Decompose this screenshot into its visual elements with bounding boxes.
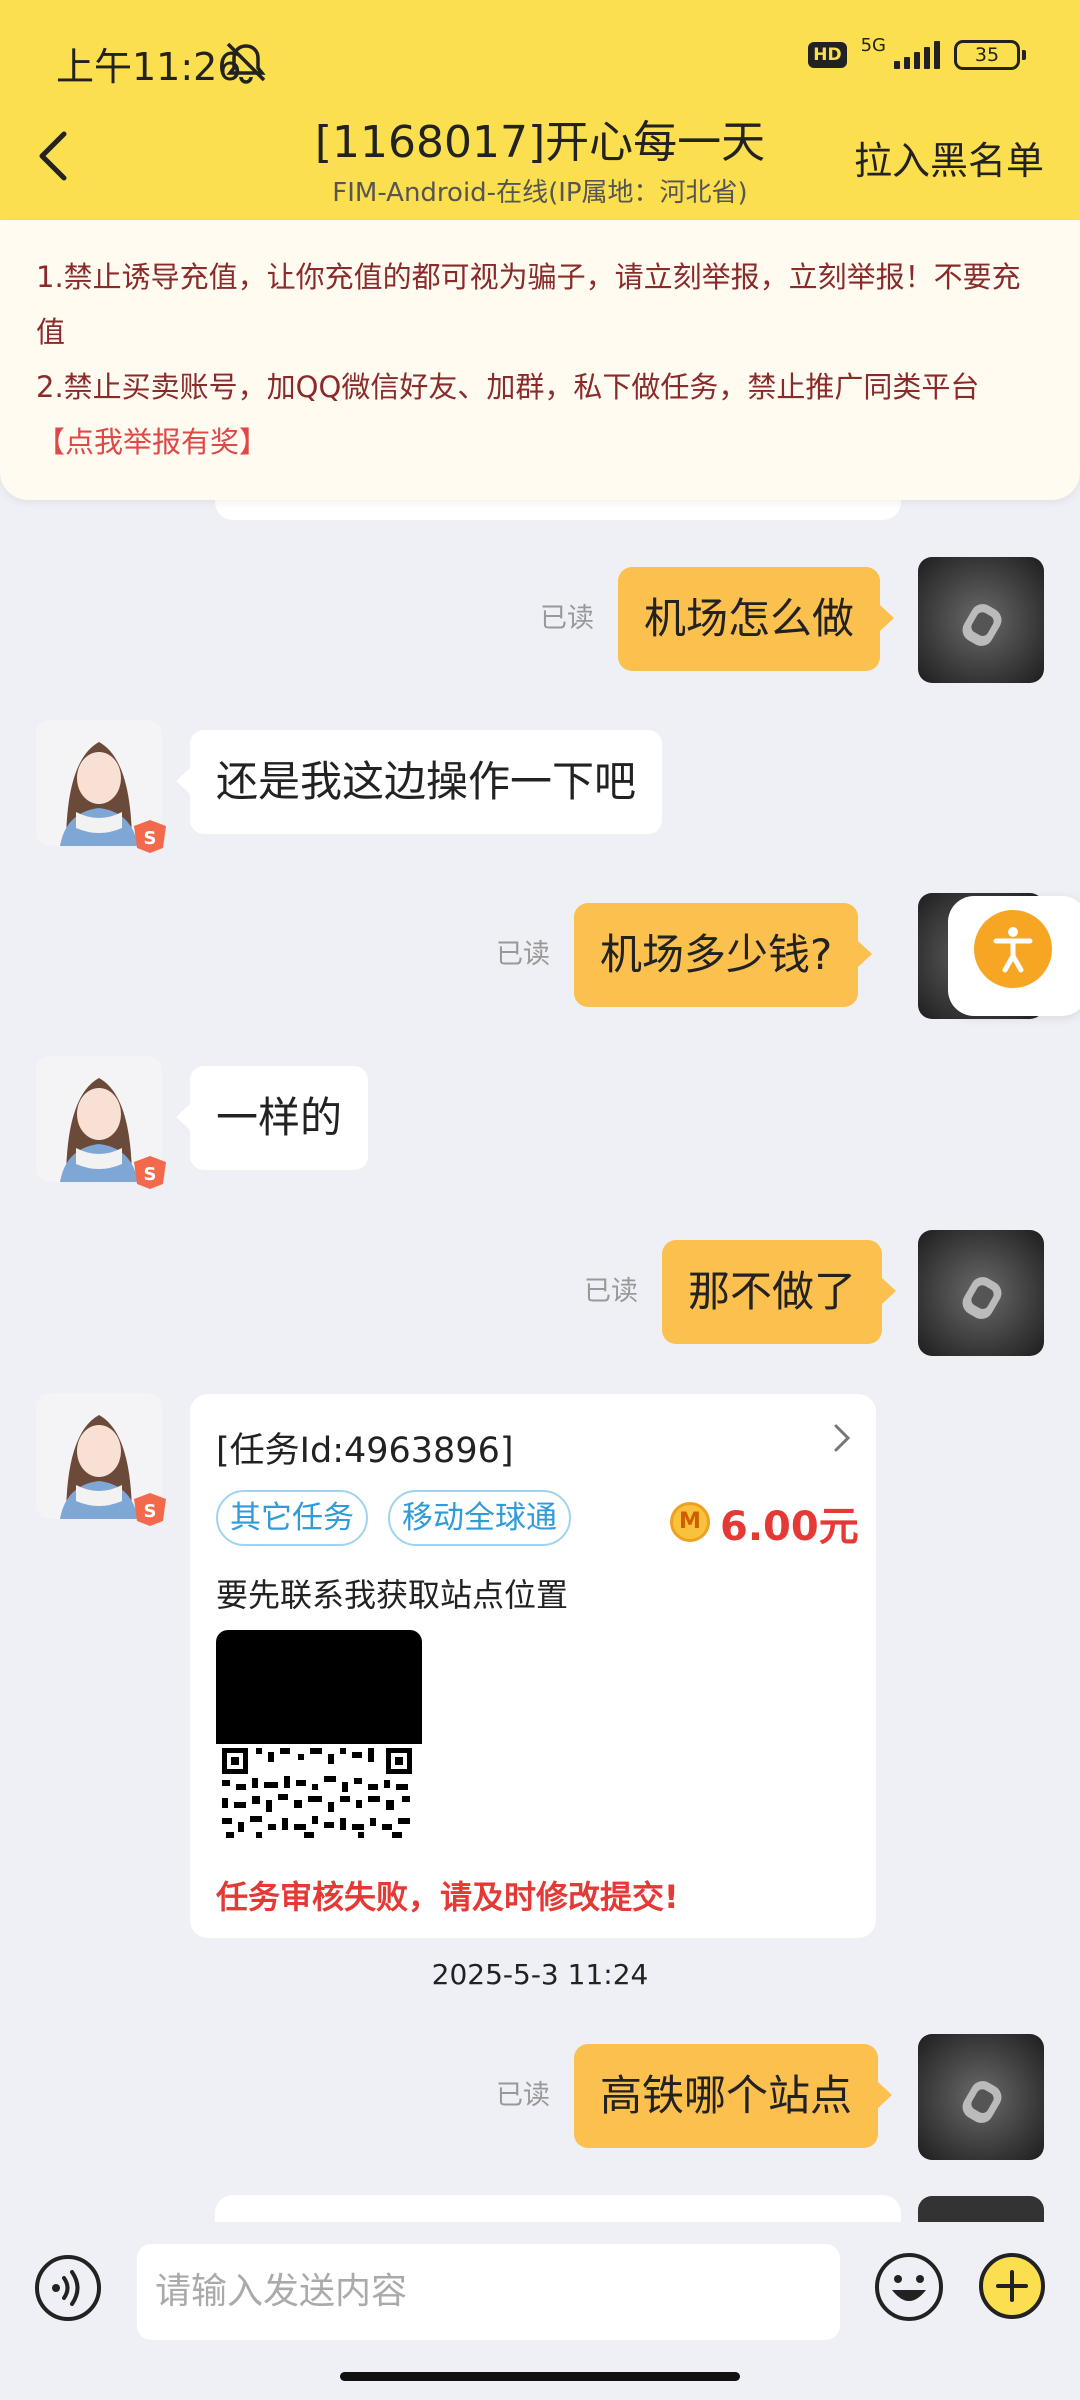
- task-tag: 移动全球通: [388, 1490, 571, 1546]
- hd-badge: HD: [808, 42, 847, 68]
- read-receipt: 已读: [496, 939, 550, 970]
- my-message-bubble[interactable]: 机场怎么做: [618, 567, 895, 671]
- chevron-right-icon[interactable]: [826, 1418, 856, 1458]
- redacted-image: [216, 1630, 422, 1748]
- task-id: [任务Id:4963896]: [216, 1431, 514, 1471]
- status-indicators: HD 5G 35: [808, 35, 1026, 70]
- message-timestamp: 2025-5-3 11:24: [431, 1958, 649, 1991]
- verified-badge-icon: S: [134, 1156, 166, 1189]
- notice-line-1: 1.禁止诱导充值，让你充值的都可视为骗子，请立刻举报，立刻举报！不要充值: [36, 260, 1021, 349]
- notice-line-2: 2.禁止买卖账号，加QQ微信好友、加群，私下做任务，禁止推广同类平台: [36, 370, 980, 404]
- accessibility-float[interactable]: [948, 896, 1080, 1016]
- warning-notice: 1.禁止诱导充值，让你充值的都可视为骗子，请立刻举报，立刻举报！不要充值 2.禁…: [0, 220, 1080, 500]
- contact-message-bubble[interactable]: 一样的: [175, 1066, 369, 1170]
- task-status: 任务审核失败，请及时修改提交!: [216, 1878, 679, 1916]
- battery-icon: 35: [954, 40, 1026, 70]
- input-bar: 请输入发送内容: [0, 2222, 1080, 2400]
- task-card[interactable]: [任务Id:4963896] 其它任务 移动全球通 M 6.00元 要先联系我获…: [190, 1394, 876, 1938]
- my-avatar[interactable]: [918, 1230, 1044, 1356]
- task-price: 6.00元: [720, 1504, 859, 1550]
- my-message-bubble[interactable]: 那不做了: [662, 1240, 897, 1344]
- contact-message-bubble[interactable]: 还是我这边操作一下吧: [175, 730, 663, 834]
- my-avatar[interactable]: [918, 557, 1044, 683]
- my-message-bubble[interactable]: 高铁哪个站点: [574, 2044, 893, 2148]
- verified-badge-icon: S: [134, 1493, 166, 1526]
- verified-badge-icon: S: [134, 820, 166, 853]
- emoji-icon[interactable]: [874, 2252, 944, 2322]
- read-receipt: 已读: [496, 2080, 550, 2111]
- task-description: 要先联系我获取站点位置: [216, 1576, 569, 1614]
- message-input[interactable]: 请输入发送内容: [137, 2244, 840, 2340]
- top-header: 上午11:26 HD 5G 35 [1168017]开心每一天 FIM-Andr…: [0, 0, 1080, 220]
- blacklist-button[interactable]: 拉入黑名单: [854, 130, 1044, 185]
- add-icon[interactable]: [978, 2252, 1046, 2320]
- svg-text:S: S: [144, 828, 157, 849]
- read-receipt: 已读: [540, 603, 594, 634]
- signal-icon: [894, 41, 940, 69]
- my-message-bubble[interactable]: 机场多少钱?: [574, 903, 873, 1007]
- qr-code-image[interactable]: [216, 1744, 422, 1840]
- svg-text:S: S: [144, 1501, 157, 1522]
- accessibility-icon[interactable]: [974, 910, 1052, 988]
- report-link[interactable]: 【点我举报有奖】: [36, 415, 1044, 470]
- home-indicator: [340, 2372, 740, 2381]
- network-type: 5G: [860, 34, 886, 56]
- status-time: 上午11:26: [56, 45, 242, 89]
- read-receipt: 已读: [584, 1276, 638, 1307]
- mute-bell-icon: [226, 42, 266, 84]
- voice-icon[interactable]: [34, 2254, 102, 2322]
- coin-icon: M: [670, 1502, 710, 1542]
- task-tag: 其它任务: [216, 1490, 368, 1546]
- svg-text:S: S: [144, 1164, 157, 1185]
- my-avatar[interactable]: [918, 2034, 1044, 2160]
